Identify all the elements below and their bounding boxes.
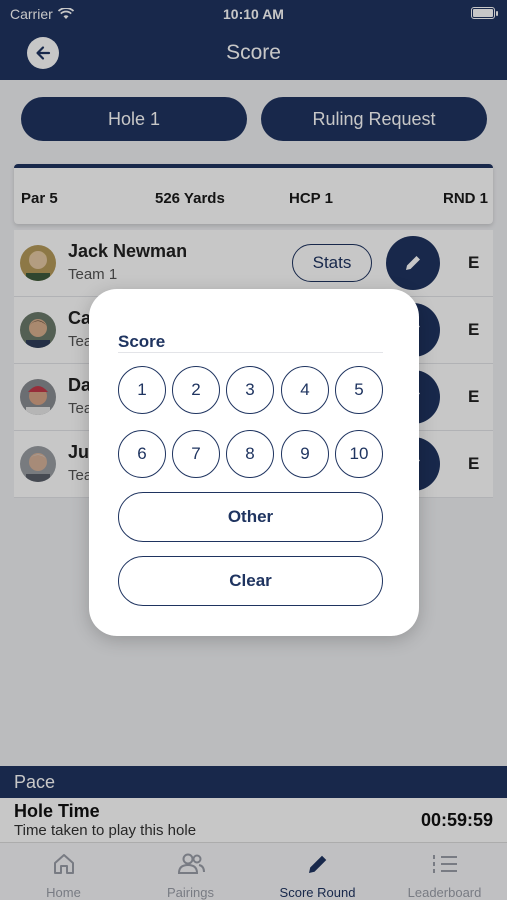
score-option-7[interactable]: 7 [172,430,220,478]
score-option-5[interactable]: 5 [335,366,383,414]
score-option-9[interactable]: 9 [281,430,329,478]
score-option-2[interactable]: 2 [172,366,220,414]
modal-divider [118,352,383,353]
other-button[interactable]: Other [118,492,383,542]
modal-title: Score [118,332,166,351]
score-modal: Score 1 2 3 4 5 6 7 8 9 10 Other Clear [89,289,419,636]
clear-button[interactable]: Clear [118,556,383,606]
score-option-8[interactable]: 8 [226,430,274,478]
score-option-4[interactable]: 4 [281,366,329,414]
score-option-6[interactable]: 6 [118,430,166,478]
score-option-1[interactable]: 1 [118,366,166,414]
score-option-3[interactable]: 3 [226,366,274,414]
score-option-10[interactable]: 10 [335,430,383,478]
